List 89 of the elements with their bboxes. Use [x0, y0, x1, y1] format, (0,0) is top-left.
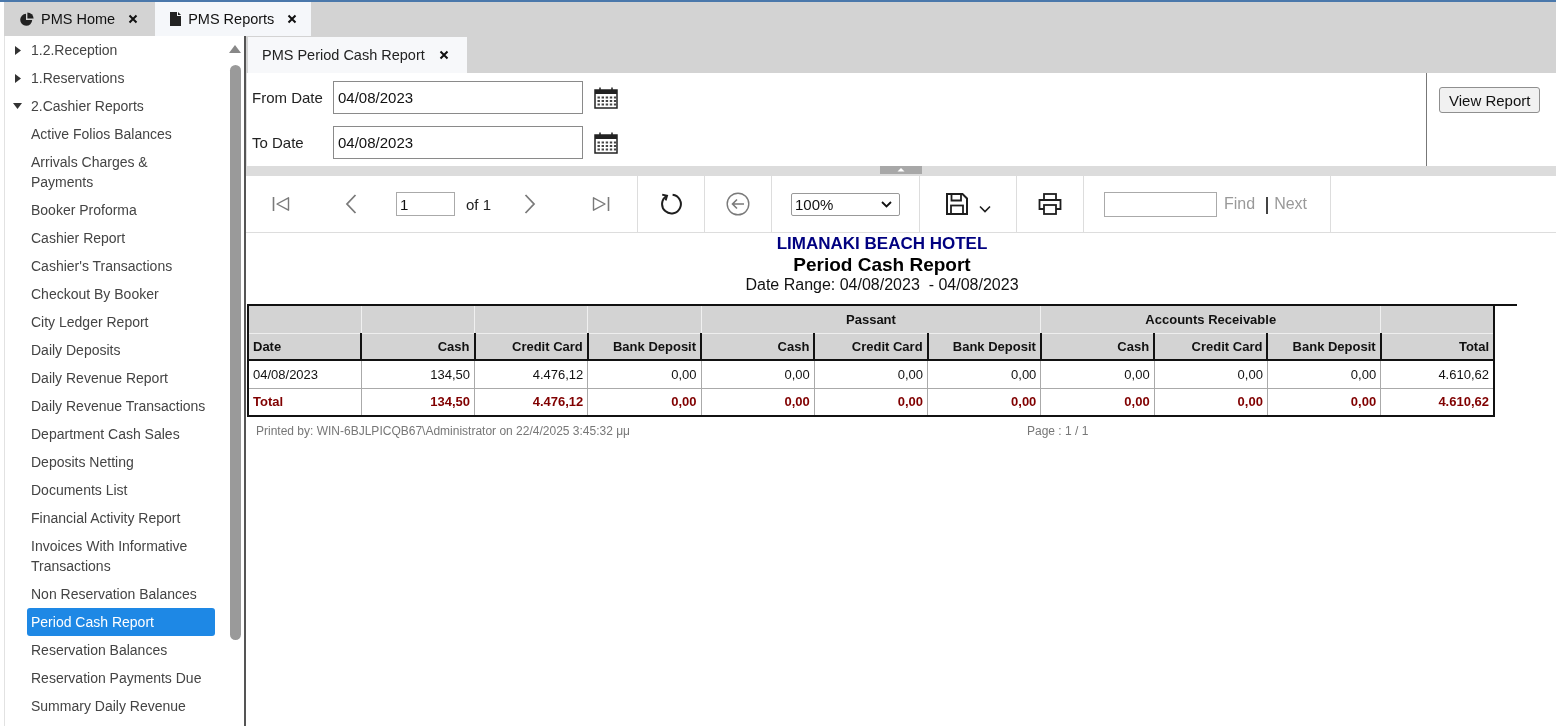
column-group-header: Accounts Receivable [1040, 306, 1381, 333]
table-cell: 0,00 [1154, 360, 1268, 388]
view-report-button[interactable]: View Report [1439, 87, 1541, 113]
column-header: Cash [701, 333, 815, 360]
tree-item[interactable]: Checkout By Booker [27, 280, 215, 308]
tree-item[interactable]: Cashier's Transactions [27, 252, 215, 280]
table-cell: 0,00 [701, 360, 815, 388]
tree-item[interactable]: Arrivals Charges & Payments [27, 148, 215, 196]
field-label: To Date [252, 134, 305, 151]
total-cell: 0,00 [1154, 388, 1268, 416]
total-cell: Total [248, 388, 362, 416]
page-count: of 1 [466, 195, 492, 213]
close-icon[interactable] [287, 14, 298, 24]
tree-item[interactable]: Deposits Netting [27, 448, 215, 476]
tree-item[interactable]: Cashier Report [27, 224, 215, 252]
table-cell: 134,50 [361, 360, 475, 388]
column-header: Total [1380, 333, 1494, 360]
date-field[interactable]: 04/08/2023 [333, 126, 583, 159]
calendar-icon[interactable] [594, 131, 618, 154]
tree-item[interactable]: City Ledger Report [27, 308, 215, 336]
total-cell: 0,00 [587, 388, 702, 416]
tree-group-item[interactable]: 1.Reservations [13, 64, 229, 92]
document-icon [170, 12, 182, 26]
print-icon[interactable] [1038, 193, 1062, 215]
caret-icon[interactable] [978, 204, 991, 213]
total-cell: 134,50 [361, 388, 475, 416]
table-cell: 4.476,12 [474, 360, 588, 388]
tree-item[interactable]: Reservation Payments Due [27, 664, 215, 692]
column-header: Credit Card [1154, 333, 1268, 360]
total-cell: 0,00 [927, 388, 1041, 416]
total-cell: 0,00 [1267, 388, 1381, 416]
hotel-name: LIMANAKI BEACH HOTEL [775, 234, 989, 254]
close-icon[interactable] [128, 14, 139, 24]
tree-item[interactable]: Daily Revenue Report [27, 364, 215, 392]
total-cell: 4.610,62 [1380, 388, 1494, 416]
column-header: Date [248, 333, 362, 360]
zoom-select[interactable]: 100% [791, 192, 900, 216]
tree-item[interactable]: Booker Proforma [27, 196, 215, 224]
column-header: Bank Deposit [587, 333, 702, 360]
column-header: Bank Deposit [1267, 333, 1381, 360]
total-cell: 0,00 [1040, 388, 1155, 416]
scroll-up-icon[interactable] [229, 45, 241, 53]
tree-item[interactable]: Department Cash Sales [27, 420, 215, 448]
refresh-icon[interactable] [659, 192, 683, 216]
printed-by-text: Printed by: WIN-6BJLPICQB67\Administrator on 22/4/2025 3:45:32 μμ [256, 424, 631, 438]
page-number-text: Page : 1 / 1 [1027, 424, 1090, 438]
column-group-header: Passant [701, 306, 1041, 333]
tree-item[interactable]: Daily Deposits [27, 336, 215, 364]
table-cell: 0,00 [1040, 360, 1155, 388]
tree-group-item[interactable]: 2.Cashier Reports [13, 92, 229, 120]
total-cell: 0,00 [814, 388, 928, 416]
save-icon[interactable] [945, 193, 968, 215]
date-range: Date Range: 04/08/2023 - 04/08/2023 [744, 276, 1020, 294]
collapse-handle-icon[interactable] [880, 166, 922, 174]
column-header: Credit Card [474, 333, 588, 360]
column-header: Bank Deposit [927, 333, 1041, 360]
tree-item[interactable]: Non Reservation Balances [27, 580, 215, 608]
date-field[interactable]: 04/08/2023 [333, 81, 583, 114]
total-cell: 4.476,12 [474, 388, 588, 416]
report-title: Period Cash Report [792, 254, 972, 276]
table-cell: 0,00 [587, 360, 702, 388]
table-cell: 0,00 [814, 360, 928, 388]
table-cell: 0,00 [927, 360, 1041, 388]
tree-item[interactable]: Documents List [27, 476, 215, 504]
column-header: Credit Card [814, 333, 928, 360]
scrollbar-thumb[interactable] [229, 65, 241, 640]
table-cell: 4.610,62 [1380, 360, 1494, 388]
tree-item[interactable]: Reservation Balances [27, 636, 215, 664]
total-cell: 0,00 [701, 388, 815, 416]
find-field[interactable] [1104, 191, 1217, 217]
page-number-field[interactable]: 1 [396, 192, 455, 216]
field-label: From Date [252, 89, 324, 106]
tab[interactable]: PMS Period Cash Report [248, 37, 467, 73]
tree-group-item[interactable]: 1.2.Reception [13, 36, 229, 64]
tree-item[interactable]: Period Cash Report [27, 608, 215, 636]
column-header: Cash [1040, 333, 1155, 360]
column-header: Cash [361, 333, 475, 360]
tree-item[interactable]: Daily Revenue Transactions [27, 392, 215, 420]
tab[interactable]: PMS Reports [155, 2, 312, 36]
close-icon[interactable] [438, 50, 449, 60]
calendar-icon[interactable] [594, 86, 618, 109]
tree-item[interactable]: Invoices With Informative Transactions [27, 532, 215, 580]
pie-chart-icon [20, 12, 34, 26]
table-cell: 04/08/2023 [248, 360, 362, 388]
tree-item[interactable]: Active Folios Balances [27, 120, 215, 148]
chevron-down-icon [881, 200, 892, 208]
table-cell: 0,00 [1267, 360, 1381, 388]
tree-item[interactable]: Financial Activity Report [27, 504, 215, 532]
tree-item[interactable]: Summary Daily Revenue [27, 692, 215, 720]
